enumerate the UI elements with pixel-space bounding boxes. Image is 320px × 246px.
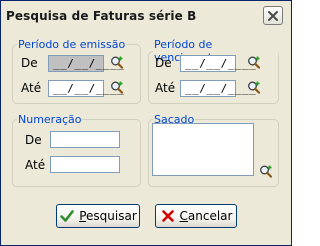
numeracao-group: Numeração <box>12 113 141 187</box>
numeracao-ate-label: Até <box>25 158 46 172</box>
vencimento-ate-field[interactable]: __/__/____ <box>180 80 256 97</box>
window-title: Pesquisa de Faturas série B <box>6 9 197 23</box>
dialog-window: Pesquisa de Faturas série B Período de e… <box>0 0 292 246</box>
emissao-de-search-icon[interactable] <box>109 55 125 71</box>
title-bar[interactable]: Pesquisa de Faturas série B <box>1 1 291 29</box>
emissao-ate-field[interactable]: __/__/____ <box>48 80 124 97</box>
numeracao-de-label: De <box>25 133 42 147</box>
emissao-de-field[interactable]: __/__/____ <box>48 55 124 72</box>
cancelar-label: Cancelar <box>179 209 233 223</box>
close-button[interactable] <box>263 6 283 25</box>
cancelar-button[interactable]: Cancelar <box>155 204 237 228</box>
emissao-ate-label: Até <box>21 81 42 95</box>
vencimento-ate-search-icon[interactable] <box>246 80 262 96</box>
vencimento-ate-label: Até <box>155 81 176 95</box>
sacado-field[interactable] <box>152 123 254 176</box>
sacado-search-icon[interactable] <box>258 164 274 180</box>
numeracao-legend: Numeração <box>18 113 82 126</box>
vencimento-de-search-icon[interactable] <box>246 55 262 71</box>
cancel-x-icon <box>161 210 174 222</box>
vencimento-de-field[interactable]: __/__/____ <box>180 55 256 72</box>
numeracao-ate-field[interactable] <box>50 156 120 173</box>
emissao-legend: Período de emissão <box>18 38 126 51</box>
pesquisar-label: Pesquisar <box>79 209 137 223</box>
vencimento-de-label: De <box>155 56 172 70</box>
pesquisar-button[interactable]: Pesquisar <box>56 204 140 228</box>
emissao-de-label: De <box>21 56 38 70</box>
checkmark-icon <box>60 210 75 222</box>
emissao-ate-search-icon[interactable] <box>109 80 125 96</box>
numeracao-de-field[interactable] <box>50 131 120 148</box>
close-icon <box>268 10 278 21</box>
